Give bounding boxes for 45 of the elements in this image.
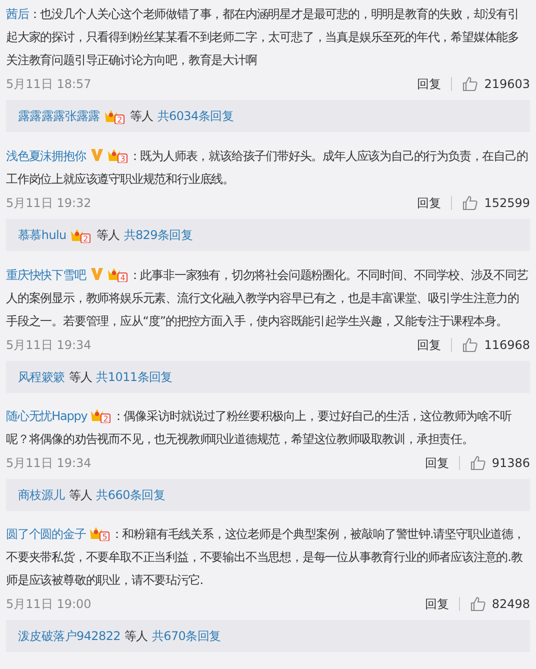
replier-names-link[interactable]: 风程簌簌 (18, 368, 65, 386)
like-button[interactable]: 116968 (462, 337, 530, 353)
reply-button[interactable]: 回复 (414, 454, 459, 472)
others-label: 等人 (96, 226, 120, 244)
reply-count-link[interactable]: 共670条回复 (152, 628, 221, 644)
comment-text: 随心无忧Happy 2 ：偶像采访时就说过了粉丝要积极向上，要过好自己的生活，这位教师为啥不听呢？将偶像的劝告视而不见，也无视教师职业道德规范，希望这位教师吸取教训，承担责任。 (6, 405, 530, 451)
thumbs-up-icon (470, 596, 486, 612)
author-link[interactable]: 圆了个圆的金子 (6, 527, 86, 541)
others-label: 等人 (68, 486, 92, 504)
thumbs-up-icon (462, 195, 478, 211)
comment-text: 茜后：也没几个人关心这个老师做错了事，都在内涵明星才是最可悲的，明明是教育的失败，却没有引起大家的探讨，只看得到粉丝某某看不到老师二字，太可悲了，当真是娱乐至死的年代，希望媒体能多关注教育问题引导正确讨论方向吧，教育是大计啊 (6, 6, 520, 69)
reply-button[interactable]: 回复 (407, 76, 452, 92)
replier-names-link[interactable]: 慕慕hulu (18, 226, 66, 244)
others-label: 等人 (68, 368, 92, 386)
author-link[interactable]: 茜后 (6, 7, 29, 21)
comment-time: 5月11日 19:32 (6, 194, 92, 212)
thumbs-up-icon (470, 455, 486, 471)
reply-button[interactable]: 回复 (407, 194, 452, 212)
author-link[interactable]: 重庆快快下雪吧 (6, 268, 86, 282)
author-link[interactable]: 随心无忧Happy (6, 409, 88, 423)
replier-names-link[interactable]: 露露露露张露露 (18, 108, 100, 124)
like-button[interactable]: 152599 (462, 195, 530, 211)
others-label: 等人 (124, 628, 148, 644)
like-button[interactable]: 82498 (470, 596, 530, 612)
comment-text: 浅色夏沫拥抱你 3 ：既为人师表，就该给孩子们带好头。成年人应该为自己的行为负责，在自己的工作岗位上就应该遵守职业规范和行业底线。 (6, 144, 530, 191)
reply-count-link[interactable]: 共829条回复 (124, 226, 193, 244)
comment-time: 5月11日 19:34 (6, 454, 92, 472)
others-label: 等人 (130, 108, 154, 124)
reply-button[interactable]: 回复 (414, 596, 459, 612)
like-button[interactable]: 219603 (462, 76, 530, 92)
comment-time: 5月11日 19:00 (6, 596, 92, 612)
thumbs-up-icon (462, 337, 478, 353)
reply-count-link[interactable]: 共6034条回复 (157, 108, 234, 124)
comment-time: 5月11日 19:34 (6, 336, 92, 354)
replier-names-link[interactable]: 商枝源儿 (18, 486, 65, 504)
replier-names-link[interactable]: 泼皮破落户942822 (18, 628, 121, 644)
reply-button[interactable]: 回复 (407, 336, 452, 354)
comment-text: 重庆快快下雪吧 4 ：此事非一家独有，切勿将社会问题粉圈化。不同时间、不同学校、涉及不同艺人的案例显示，教师将娱乐元素、流行文化融入教学内容早已有之，也是丰富课堂、吸引学生注意力的手段之一。若要管理，应从“度”的把控方面入手，使内容既能引起学生兴趣，又能专注于课程本身。 (6, 263, 530, 333)
like-button[interactable]: 91386 (470, 455, 530, 471)
reply-count-link[interactable]: 共1011条回复 (96, 368, 172, 386)
comment-text: 圆了个圆的金子 5 ：和粉籍有毛线关系，这位老师是个典型案例，被敲响了警世钟.请坚守职业道德，不要夹带私货，不要牟取不正当利益，不要输出不当思想，是每一位从事教育行业的师者应该注意的.教师是应该被尊敬的职业，请不要玷污它. (6, 523, 530, 592)
thumbs-up-icon (462, 76, 478, 92)
author-link[interactable]: 浅色夏沫拥抱你 (6, 149, 86, 163)
reply-count-link[interactable]: 共660条回复 (96, 486, 166, 504)
comment-time: 5月11日 18:57 (6, 76, 92, 92)
